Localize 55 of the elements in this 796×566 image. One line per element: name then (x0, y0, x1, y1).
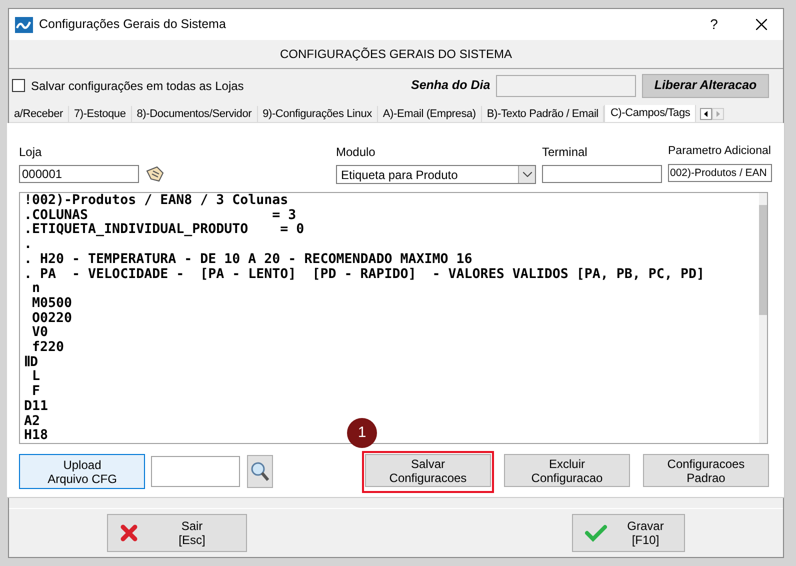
tab[interactable]: A)-Email (Empresa) (378, 106, 482, 122)
store-field[interactable]: 000001 (19, 165, 139, 183)
tab-scroll-left-icon[interactable] (700, 108, 712, 120)
checkmark-icon (585, 524, 607, 542)
password-label: Senha do Dia (411, 77, 492, 94)
field-label: Modulo (336, 144, 376, 161)
tab[interactable]: 7)-Estoque (68, 106, 132, 122)
code-line: . (24, 238, 32, 253)
password-field[interactable] (496, 74, 636, 96)
code-line: n (31, 282, 40, 297)
search-icon (250, 460, 270, 483)
parameter-field[interactable]: 002)-Produtos / EAN (668, 164, 772, 182)
code-line: O0220 (31, 312, 72, 326)
chevron-down-icon (522, 172, 532, 177)
save-button[interactable]: Gravar [F10] (572, 514, 685, 552)
tab[interactable]: C)-Campos/Tags (604, 105, 696, 122)
field-label: Terminal (542, 144, 588, 161)
close-icon[interactable] (756, 19, 767, 30)
release-button[interactable]: Liberar Alteracao (642, 74, 769, 98)
field-label: Loja (19, 144, 43, 161)
code-line: ⅡD (24, 356, 38, 370)
help-button[interactable]: ? (694, 14, 734, 35)
checkbox[interactable] (12, 79, 25, 92)
file-field[interactable] (151, 456, 240, 488)
code-line: M0500 (31, 296, 72, 312)
terminal-field[interactable] (542, 165, 662, 183)
section-header: CONFIGURAÇÕES GERAIS DO SISTEMA (280, 46, 512, 63)
app-logo-icon (15, 16, 33, 32)
code-line: !002)-Produtos / EAN8 / 3 Colunas (24, 194, 288, 209)
code-line: F (31, 385, 40, 400)
search-button[interactable] (247, 455, 273, 488)
step-marker: 1 (347, 418, 377, 448)
code-line: H18 (24, 429, 48, 443)
action-button[interactable]: Excluir Configuracao (504, 454, 630, 487)
code-line: f220 (31, 341, 64, 356)
code-line: .COLUNAS = 3 (24, 208, 296, 223)
action-button[interactable]: Configuracoes Padrao (643, 454, 769, 487)
field-label: Parametro Adicional (668, 144, 772, 159)
tab[interactable]: a/Receber (9, 106, 69, 122)
close-icon (120, 524, 138, 542)
module-dropdown[interactable]: Etiqueta para Produto (336, 165, 536, 184)
code-line: .ETIQUETA_INDIVIDUAL_PRODUTO = 0 (24, 223, 304, 238)
code-line: V0 (31, 326, 48, 340)
code-line: L (31, 370, 40, 385)
code-line: . H20 - TEMPERATURA - DE 10 A 20 - RECOMENDADO MAXIMO 16 (24, 252, 472, 268)
exit-button[interactable]: Sair [Esc] (107, 514, 247, 552)
checkbox-label: Salvar configurações em todas as Lojas (31, 78, 245, 94)
code-line: D11 (24, 400, 48, 415)
upload-button[interactable]: Upload Arquivo CFG (19, 454, 146, 490)
tab[interactable]: 8)-Documentos/Servidor (132, 106, 258, 122)
code-line: A2 (24, 414, 40, 429)
action-button[interactable]: Salvar Configuracoes (365, 454, 491, 487)
code-line: . PA - VELOCIDADE - [PA - LENTO] [PD - RAPIDO] - VALORES VALIDOS [PA, PB, PC, PD] (24, 268, 704, 282)
tab[interactable]: 9)-Configurações Linux (258, 106, 378, 122)
window-title: Configurações Gerais do Sistema (39, 16, 227, 34)
